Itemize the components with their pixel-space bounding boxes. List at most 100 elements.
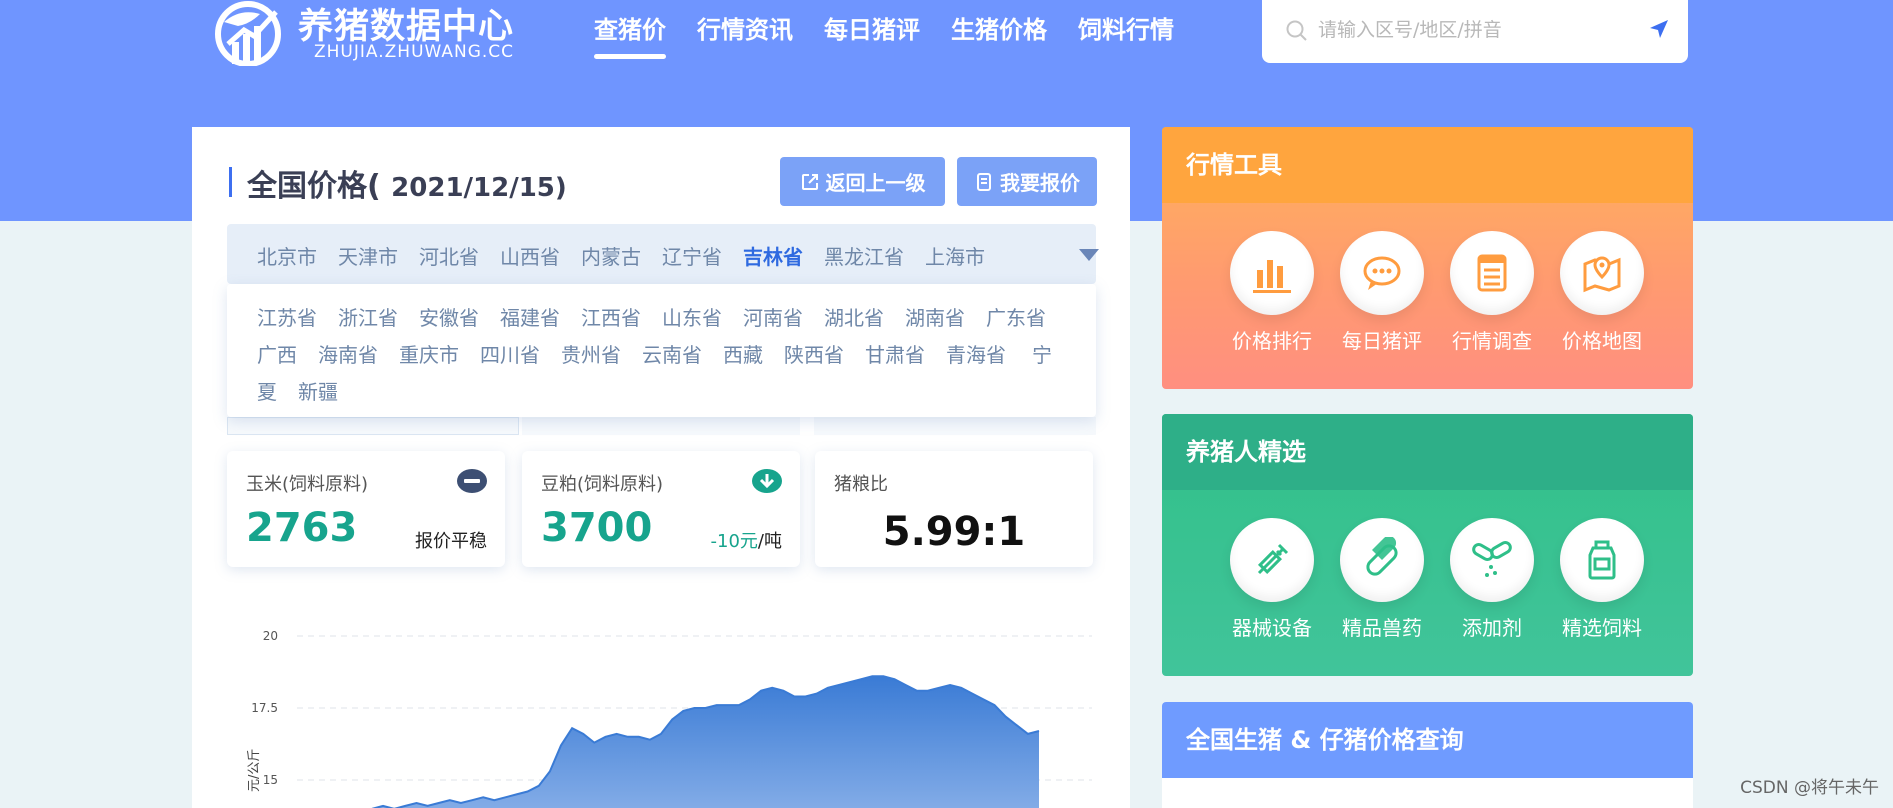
chat-bubble-icon <box>1363 256 1401 290</box>
province-item[interactable]: 青海省 <box>946 339 1006 368</box>
feed-bottle-icon <box>1588 540 1616 580</box>
nav-item-market-news[interactable]: 行情资讯 <box>697 10 793 45</box>
province-item[interactable]: 江西省 <box>581 302 641 331</box>
corn-note: 报价平稳 <box>415 531 487 552</box>
province-item[interactable]: 福建省 <box>500 302 560 331</box>
corn-price: 2763 <box>246 505 358 551</box>
soy-label: 豆粕(饲料原料) <box>541 474 664 495</box>
nav-item-check-price[interactable]: 查猪价 <box>594 10 666 59</box>
province-item[interactable]: 山西省 <box>500 241 560 270</box>
province-item[interactable]: 陕西省 <box>784 339 844 368</box>
province-item[interactable]: 夏 <box>257 376 277 405</box>
province-item[interactable]: 内蒙古 <box>581 241 641 270</box>
feed-button[interactable]: 精选饲料 <box>1547 518 1657 641</box>
province-item[interactable]: 上海市 <box>925 241 985 270</box>
y-tick-label: 15 <box>263 773 278 787</box>
daily-review-button[interactable]: 每日猪评 <box>1327 231 1437 354</box>
vet-medicine-button[interactable]: 精品兽药 <box>1327 518 1437 641</box>
soy-stat-card: 豆粕(饲料原料) 3700 -10元/吨 <box>522 451 800 567</box>
equipment-button[interactable]: 器械设备 <box>1217 518 1327 641</box>
price-panel: 全国价格( 2021/12/15) 返回上一级 我要报价 北京市 天津市 河北省… <box>192 127 1130 808</box>
map-pin-icon <box>1583 256 1621 293</box>
province-item[interactable]: 河南省 <box>743 302 803 331</box>
province-item[interactable]: 广东省 <box>986 302 1046 331</box>
soy-price: 3700 <box>541 505 653 551</box>
feed-label: 精选饲料 <box>1562 616 1642 640</box>
equipment-label: 器械设备 <box>1232 616 1312 640</box>
province-item[interactable]: 浙江省 <box>338 302 398 331</box>
province-item[interactable]: 山东省 <box>662 302 722 331</box>
province-item[interactable]: 甘肃省 <box>865 339 925 368</box>
province-dropdown: 江苏省 浙江省 安徽省 福建省 江西省 山东省 河南省 湖北省 湖南省 广东省 … <box>227 284 1096 417</box>
minus-circle-icon <box>457 469 487 493</box>
report-button-label: 我要报价 <box>1000 171 1080 195</box>
search-input[interactable] <box>1318 14 1628 46</box>
soy-change: -10元/吨 <box>711 527 782 553</box>
locate-arrow-icon[interactable] <box>1646 16 1672 42</box>
down-arrow-circle-icon <box>752 469 782 493</box>
title-accent-bar <box>229 167 232 197</box>
province-item[interactable]: 辽宁省 <box>662 241 722 270</box>
corn-label: 玉米(饲料原料) <box>246 474 369 495</box>
province-item[interactable]: 云南省 <box>642 339 702 368</box>
province-item[interactable]: 贵州省 <box>561 339 621 368</box>
price-map-button[interactable]: 价格地图 <box>1547 231 1657 354</box>
pills-icon <box>1472 541 1512 577</box>
province-item[interactable]: 黑龙江省 <box>824 241 904 270</box>
y-tick-label: 17.5 <box>251 701 278 715</box>
back-button-label: 返回上一级 <box>825 171 926 195</box>
market-survey-button[interactable]: 行情调查 <box>1437 231 1547 354</box>
main-nav: 查猪价 行情资讯 每日猪评 生猪价格 饲料行情 <box>594 10 1205 59</box>
watermark: CSDN @将午未午 <box>1740 778 1879 798</box>
price-map-label: 价格地图 <box>1562 329 1642 353</box>
price-ranking-button[interactable]: 价格排行 <box>1217 231 1327 354</box>
picks-title: 养猪人精选 <box>1162 414 1693 490</box>
additive-button[interactable]: 添加剂 <box>1437 518 1547 641</box>
brand-logo[interactable]: 养猪数据中心 ZHUJIA.ZHUWANG.CC <box>210 0 540 70</box>
province-item[interactable]: 海南省 <box>318 339 378 368</box>
page-title-date: 2021/12/15) <box>391 173 567 203</box>
soy-change-value: -10元 <box>710 531 758 552</box>
province-item[interactable]: 江苏省 <box>257 302 317 331</box>
picks-card: 养猪人精选 器械设备 精品兽药 添加剂 精选饲料 <box>1162 414 1693 676</box>
province-item[interactable]: 安徽省 <box>419 302 479 331</box>
province-item[interactable]: 北京市 <box>257 241 317 270</box>
query-card: 全国生猪 & 仔猪价格查询 <box>1162 702 1693 808</box>
back-button[interactable]: 返回上一级 <box>780 157 945 206</box>
y-tick-label: 20 <box>263 629 278 643</box>
province-item[interactable]: 四川省 <box>480 339 540 368</box>
y-axis-label: 元/公斤 <box>247 749 262 792</box>
page-title-text: 全国价格( <box>247 169 381 204</box>
province-item-active[interactable]: 吉林省 <box>743 241 803 270</box>
nav-item-feed-market[interactable]: 饲料行情 <box>1078 10 1174 45</box>
price-area-series <box>375 676 1039 808</box>
hidden-stat-card <box>814 417 1096 435</box>
additive-label: 添加剂 <box>1462 616 1522 640</box>
province-item[interactable]: 新疆 <box>298 376 338 405</box>
ratio-value: 5.99:1 <box>882 509 1026 555</box>
nav-item-daily-review[interactable]: 每日猪评 <box>824 10 920 45</box>
province-item[interactable]: 河北省 <box>419 241 479 270</box>
tools-card: 行情工具 价格排行 每日猪评 行情调查 价格地图 <box>1162 127 1693 389</box>
nav-item-live-pig-price[interactable]: 生猪价格 <box>951 10 1047 45</box>
province-item[interactable]: 湖北省 <box>824 302 884 331</box>
search-box <box>1262 0 1688 63</box>
province-item[interactable]: 重庆市 <box>399 339 459 368</box>
province-item[interactable]: 宁 <box>1032 339 1052 368</box>
report-price-button[interactable]: 我要报价 <box>957 157 1097 206</box>
price-ranking-label: 价格排行 <box>1232 329 1312 353</box>
province-item[interactable]: 广西 <box>257 339 297 368</box>
search-icon <box>1286 20 1307 41</box>
page-title: 全国价格( 2021/12/15) <box>247 161 567 205</box>
ratio-label: 猪粮比 <box>834 474 888 495</box>
province-item[interactable]: 西藏 <box>723 339 763 368</box>
province-item[interactable]: 天津市 <box>338 241 398 270</box>
document-icon <box>977 172 991 191</box>
hidden-stat-card <box>522 417 800 435</box>
brand-subtitle: ZHUJIA.ZHUWANG.CC <box>314 42 515 62</box>
share-out-icon <box>801 173 818 190</box>
bar-chart-icon <box>1253 260 1291 293</box>
dropdown-toggle-icon[interactable] <box>1079 249 1099 261</box>
province-bar: 北京市 天津市 河北省 山西省 内蒙古 辽宁省 吉林省 黑龙江省 上海市 <box>227 224 1099 284</box>
province-item[interactable]: 湖南省 <box>905 302 965 331</box>
